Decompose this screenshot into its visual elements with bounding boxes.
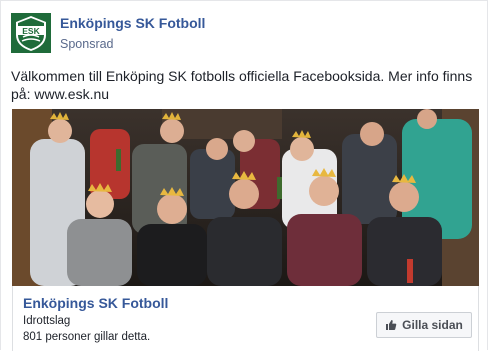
- post-image[interactable]: [12, 109, 479, 286]
- sponsored-label[interactable]: Sponsrad: [60, 37, 114, 51]
- like-button-label: Gilla sidan: [402, 318, 463, 332]
- sponsored-post-card: ESK Enköpings SK Fotboll Sponsrad Välkom…: [0, 0, 488, 351]
- esk-logo-icon: ESK: [11, 13, 51, 53]
- avatar-text: ESK: [22, 26, 40, 36]
- page-name-link[interactable]: Enköpings SK Fotboll: [60, 15, 205, 31]
- post-text: Välkommen till Enköping SK fotbolls offi…: [11, 68, 473, 102]
- page-category: Idrottslag: [23, 315, 71, 327]
- footer-page-name[interactable]: Enköpings SK Fotboll: [23, 295, 168, 311]
- page-avatar[interactable]: ESK: [11, 13, 51, 53]
- like-page-button[interactable]: Gilla sidan: [376, 312, 472, 338]
- team-photo-image: [12, 109, 479, 286]
- page-likes-count: 801 personer gillar detta.: [23, 331, 151, 343]
- thumbs-up-icon: [385, 319, 397, 331]
- post-header: ESK Enköpings SK Fotboll Sponsrad: [11, 13, 471, 59]
- page-attachment-footer[interactable]: Enköpings SK Fotboll Idrottslag 801 pers…: [12, 286, 479, 351]
